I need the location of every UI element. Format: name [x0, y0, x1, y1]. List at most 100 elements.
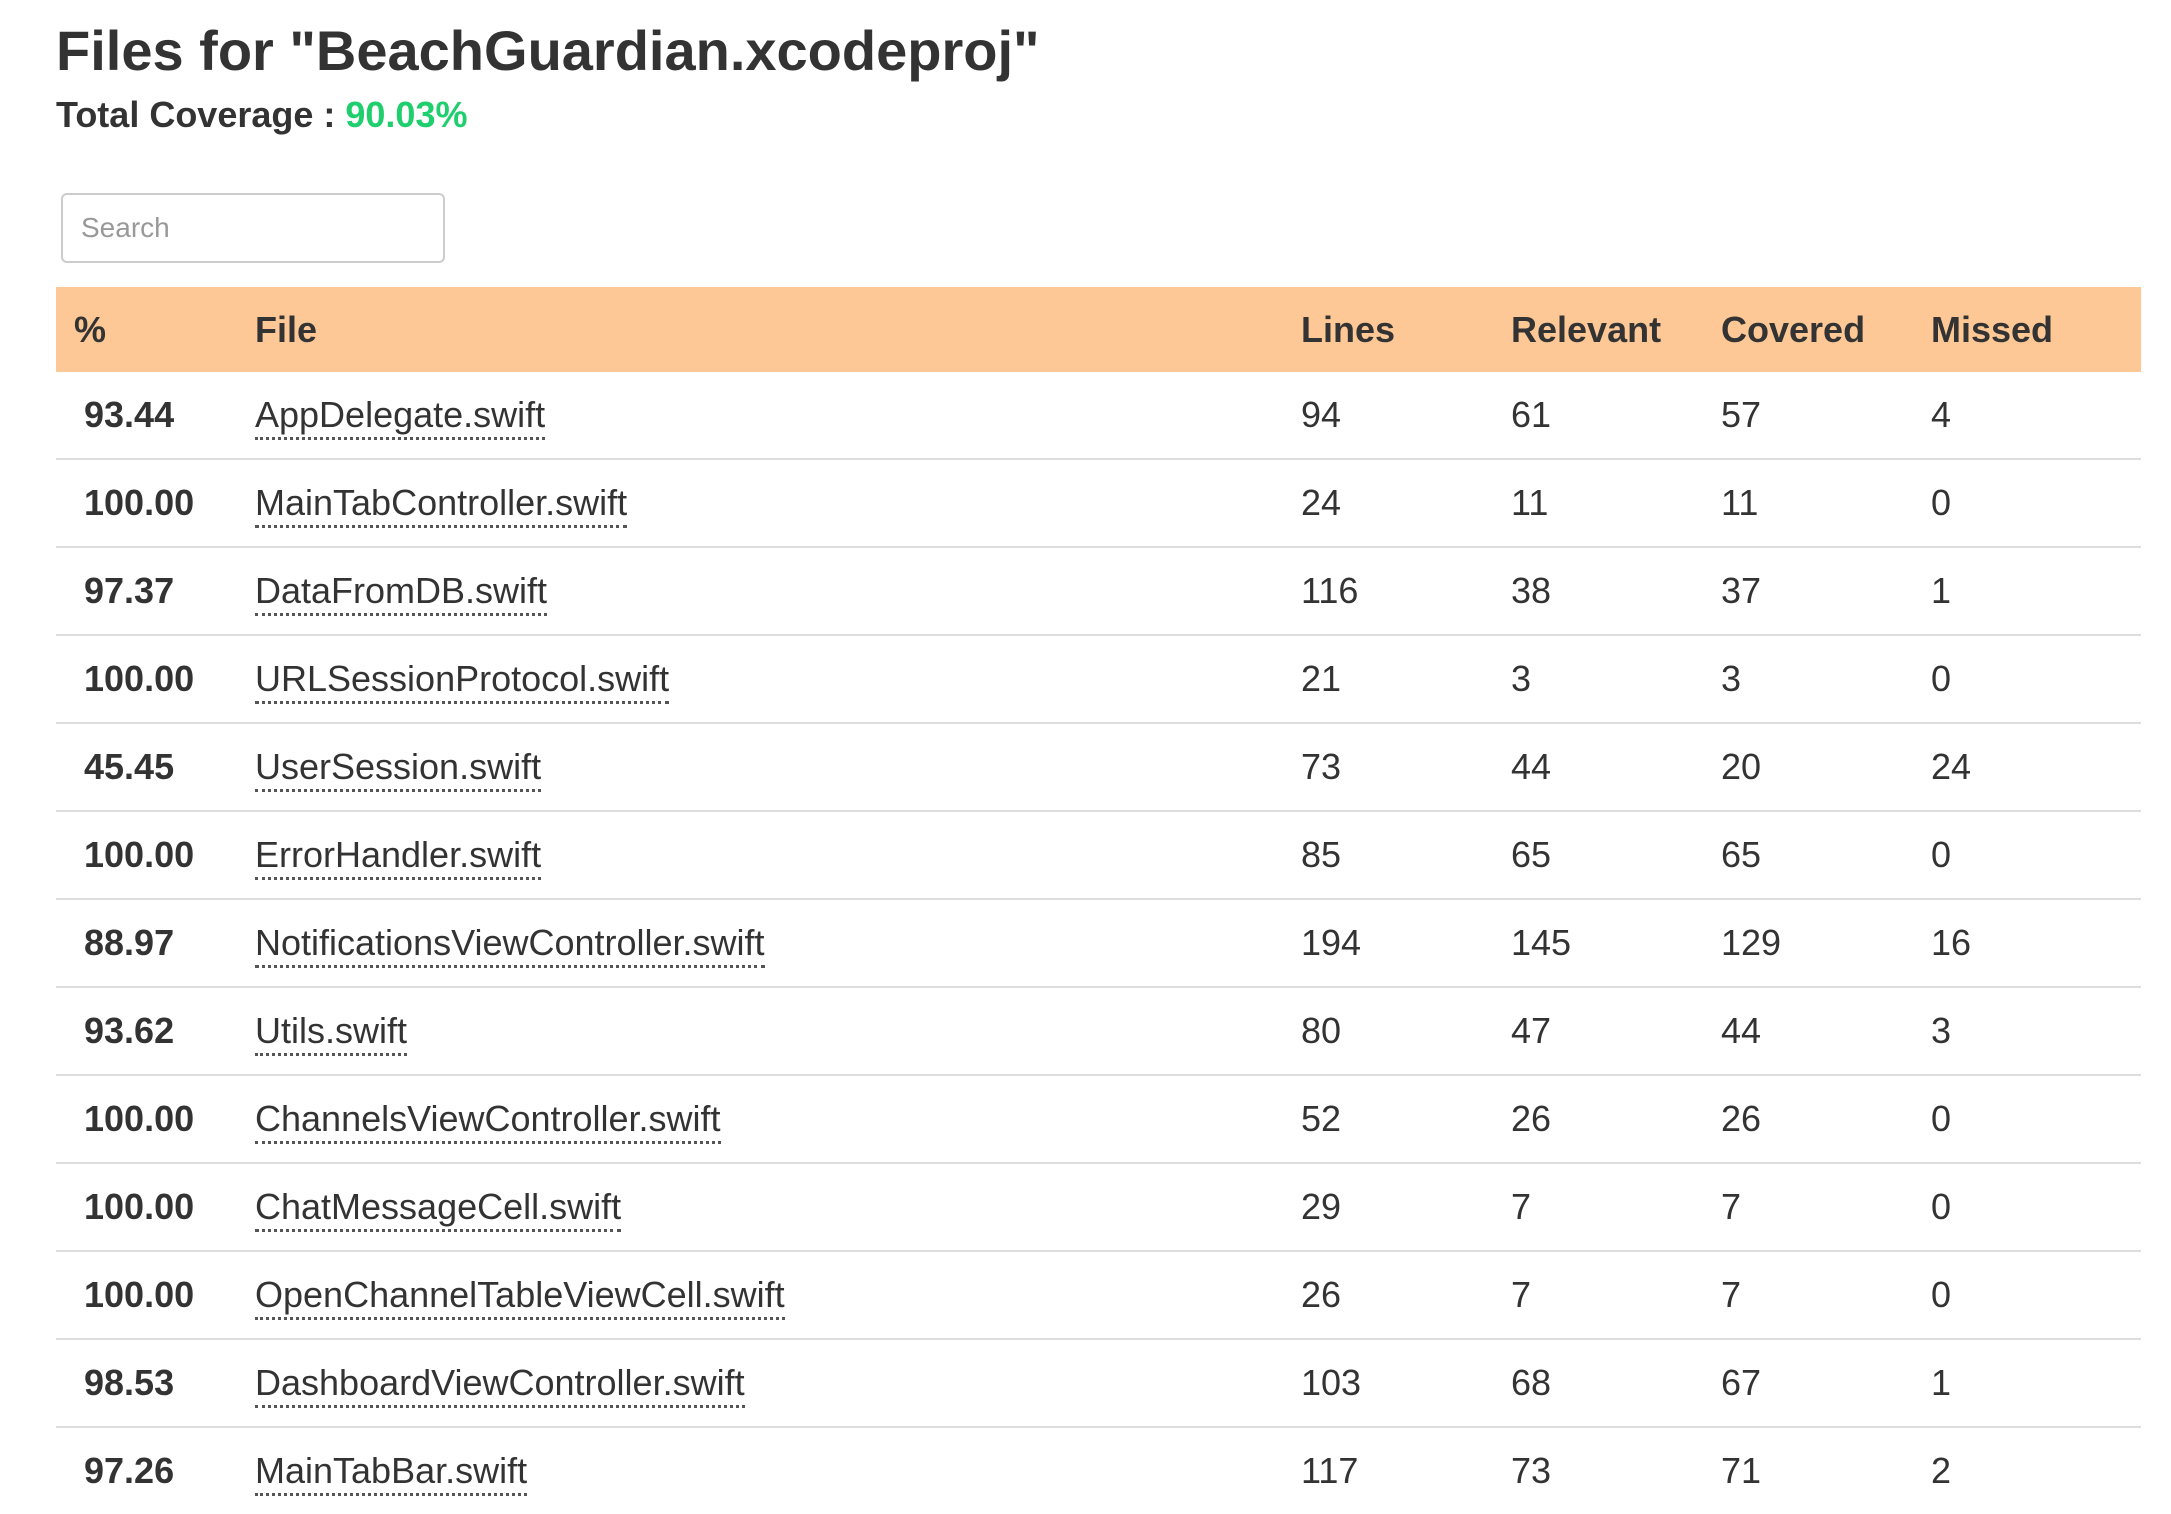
- file-link[interactable]: DataFromDB.swift: [255, 570, 548, 616]
- file-link[interactable]: DashboardViewController.swift: [255, 1362, 745, 1408]
- missed-cell: 24: [1931, 723, 2141, 812]
- covered-cell: 26: [1721, 1075, 1931, 1164]
- coverage-percent-cell: 100.00: [56, 1251, 255, 1340]
- table-row: 93.62 Utils.swift 80 47 44 3: [56, 987, 2141, 1076]
- total-coverage-label: Total Coverage :: [56, 94, 346, 135]
- missed-cell: 1: [1931, 547, 2141, 636]
- table-body: 93.44 AppDelegate.swift 94 61 57 4 100.00 MainT…: [56, 372, 2141, 1514]
- lines-cell: 85: [1301, 811, 1511, 900]
- table-row: 100.00 ChannelsViewController.swift 52 26 26…: [56, 1075, 2141, 1164]
- covered-cell: 44: [1721, 987, 1931, 1076]
- coverage-percent-cell: 97.26: [84, 1450, 175, 1491]
- lines-cell: 116: [1301, 547, 1511, 636]
- coverage-percent-cell: 45.45: [56, 723, 255, 812]
- covered-cell: 37: [1721, 547, 1931, 636]
- lines-cell: 73: [1301, 723, 1511, 812]
- file-cell: DataFromDB.swift: [255, 547, 1301, 636]
- covered-cell: 20: [1721, 723, 1931, 812]
- relevant-cell: 26: [1511, 1075, 1721, 1164]
- file-link[interactable]: URLSessionProtocol.swift: [255, 658, 670, 704]
- coverage-percent-cell: 100.00: [56, 811, 255, 900]
- file-link[interactable]: MainTabBar.swift: [255, 1450, 528, 1496]
- covered-cell: 67: [1721, 1339, 1931, 1428]
- table-row: 100.00 OpenChannelTableViewCell.swift 26 7 7…: [56, 1251, 2141, 1340]
- file-cell: AppDelegate.swift: [255, 372, 1301, 460]
- total-coverage: Total Coverage : 90.03%: [56, 94, 468, 136]
- file-cell: DashboardViewController.swift: [255, 1339, 1301, 1428]
- missed-cell: 0: [1931, 459, 2141, 548]
- relevant-cell: 61: [1511, 372, 1721, 460]
- missed-cell: 0: [1931, 1163, 2141, 1252]
- relevant-cell: 11: [1511, 459, 1721, 548]
- missed-cell: 0: [1931, 1251, 2141, 1340]
- table-header-row: % File Lines Relevant Covered Missed: [56, 287, 2141, 372]
- table-row: 88.97 NotificationsViewController.swift 19…: [56, 899, 2141, 988]
- relevant-cell: 145: [1511, 899, 1721, 988]
- file-link[interactable]: UserSession.swift: [255, 746, 542, 792]
- file-link[interactable]: ChatMessageCell.swift: [255, 1186, 622, 1232]
- covered-cell: 71: [1721, 1450, 1762, 1491]
- table-row: 98.53 DashboardViewController.swift 103 68 6…: [56, 1339, 2141, 1428]
- missed-cell: 0: [1931, 1075, 2141, 1164]
- coverage-percent-cell: 100.00: [56, 1163, 255, 1252]
- file-cell: MainTabBar.swift: [255, 1427, 1301, 1514]
- file-cell: UserSession.swift: [255, 723, 1301, 812]
- relevant-cell: 68: [1511, 1339, 1721, 1428]
- table-row: 97.26 MainTabBar.swift 117 73 71 2: [56, 1427, 2141, 1514]
- column-header-percent[interactable]: %: [56, 287, 255, 372]
- lines-cell: 29: [1301, 1163, 1511, 1252]
- coverage-percent-cell: 93.44: [56, 372, 255, 460]
- coverage-percent-cell: 100.00: [56, 459, 255, 548]
- coverage-report-page: Files for "BeachGuardian.xcodeproj" Tota…: [0, 0, 2171, 1498]
- coverage-percent-cell: 93.62: [56, 987, 255, 1076]
- file-link[interactable]: MainTabController.swift: [255, 482, 628, 528]
- covered-cell: 7: [1721, 1251, 1931, 1340]
- column-header-covered[interactable]: Covered: [1721, 287, 1931, 372]
- lines-cell: 24: [1301, 459, 1511, 548]
- search-input[interactable]: [61, 193, 445, 263]
- file-link[interactable]: Utils.swift: [255, 1010, 407, 1056]
- total-coverage-value: 90.03%: [345, 94, 468, 135]
- relevant-cell: 44: [1511, 723, 1721, 812]
- coverage-percent-cell: 98.53: [56, 1339, 255, 1428]
- file-link[interactable]: AppDelegate.swift: [255, 394, 546, 440]
- file-link[interactable]: OpenChannelTableViewCell.swift: [255, 1274, 785, 1320]
- table-row: 45.45 UserSession.swift 73 44 20 24: [56, 723, 2141, 812]
- table-row: 100.00 MainTabController.swift 24 11 11 0: [56, 459, 2141, 548]
- coverage-percent-cell: 97.37: [56, 547, 255, 636]
- file-cell: URLSessionProtocol.swift: [255, 635, 1301, 724]
- relevant-cell: 73: [1511, 1450, 1552, 1491]
- relevant-cell: 3: [1511, 635, 1721, 724]
- file-cell: Utils.swift: [255, 987, 1301, 1076]
- lines-cell: 117: [1301, 1450, 1359, 1491]
- column-header-relevant[interactable]: Relevant: [1511, 287, 1721, 372]
- file-cell: NotificationsViewController.swift: [255, 899, 1301, 988]
- file-cell: ErrorHandler.swift: [255, 811, 1301, 900]
- covered-cell: 65: [1721, 811, 1931, 900]
- column-header-file[interactable]: File: [255, 287, 1301, 372]
- file-cell: OpenChannelTableViewCell.swift: [255, 1251, 1301, 1340]
- lines-cell: 26: [1301, 1251, 1511, 1340]
- missed-cell: 2: [1931, 1450, 1952, 1491]
- file-link[interactable]: ChannelsViewController.swift: [255, 1098, 721, 1144]
- file-link[interactable]: NotificationsViewController.swift: [255, 922, 765, 968]
- covered-cell: 7: [1721, 1163, 1931, 1252]
- table-header: % File Lines Relevant Covered Missed: [56, 287, 2141, 372]
- file-link[interactable]: ErrorHandler.swift: [255, 834, 542, 880]
- coverage-percent-cell: 88.97: [56, 899, 255, 988]
- relevant-cell: 7: [1511, 1251, 1721, 1340]
- relevant-cell: 65: [1511, 811, 1721, 900]
- table-row: 100.00 ChatMessageCell.swift 29 7 7 0: [56, 1163, 2141, 1252]
- missed-cell: 0: [1931, 635, 2141, 724]
- covered-cell: 11: [1721, 459, 1931, 548]
- column-header-missed[interactable]: Missed: [1931, 287, 2141, 372]
- coverage-percent-cell: 100.00: [56, 635, 255, 724]
- coverage-table: % File Lines Relevant Covered Missed 93.…: [56, 287, 2141, 1514]
- page-title: Files for "BeachGuardian.xcodeproj": [56, 19, 1040, 82]
- table-row: 97.37 DataFromDB.swift 116 38 37 1: [56, 547, 2141, 636]
- column-header-lines[interactable]: Lines: [1301, 287, 1511, 372]
- file-cell: ChannelsViewController.swift: [255, 1075, 1301, 1164]
- table-row: 100.00 URLSessionProtocol.swift 21 3 3 0: [56, 635, 2141, 724]
- lines-cell: 80: [1301, 987, 1511, 1076]
- lines-cell: 21: [1301, 635, 1511, 724]
